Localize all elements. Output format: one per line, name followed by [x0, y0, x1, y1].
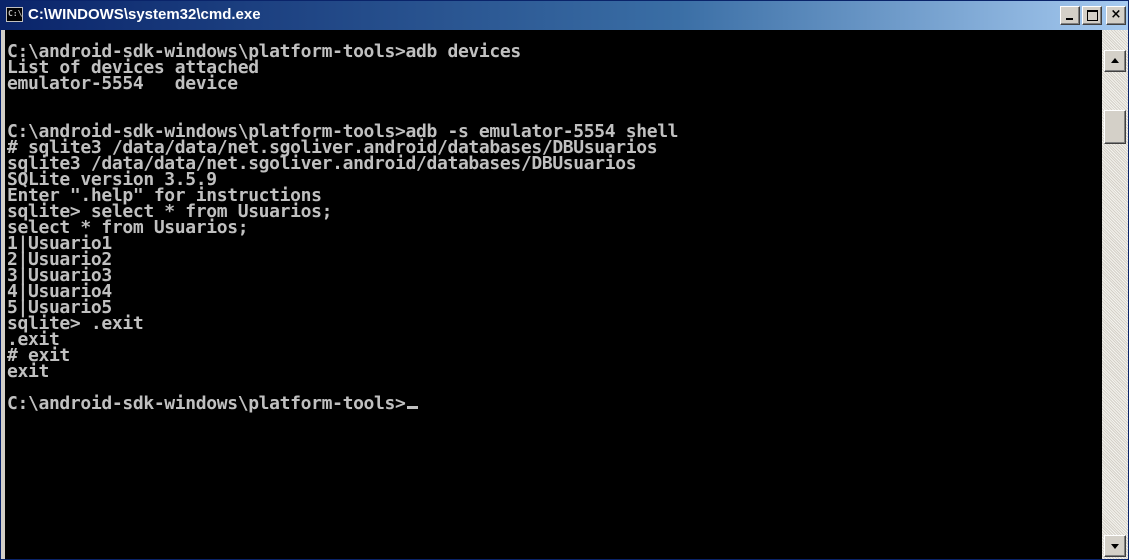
console-line: exit — [7, 361, 49, 382]
scroll-thumb[interactable] — [1104, 110, 1126, 144]
minimize-button[interactable] — [1060, 6, 1080, 25]
maximize-button[interactable] — [1082, 6, 1102, 25]
cmd-icon[interactable]: C:\ — [6, 7, 23, 22]
close-button[interactable]: × — [1106, 6, 1126, 25]
scroll-up-arrow-icon — [1111, 58, 1119, 63]
close-icon: × — [1110, 7, 1122, 22]
scroll-up-button[interactable] — [1104, 50, 1126, 72]
scroll-down-button[interactable] — [1104, 535, 1126, 557]
maximize-icon — [1087, 10, 1098, 21]
vertical-scrollbar[interactable] — [1102, 30, 1128, 559]
console-line: emulator-5554 device — [7, 73, 238, 94]
minimize-icon — [1066, 18, 1073, 20]
scroll-down-arrow-icon — [1111, 544, 1119, 549]
prompt-text: C:\android-sdk-windows\platform-tools> — [7, 393, 406, 414]
window-title: C:\WINDOWS\system32\cmd.exe — [28, 6, 261, 23]
text-cursor — [406, 406, 418, 409]
title-bar[interactable]: C:\ C:\WINDOWS\system32\cmd.exe × — [1, 1, 1128, 30]
console-line: C:\android-sdk-windows\platform-tools> — [7, 393, 418, 414]
cmd-window: C:\ C:\WINDOWS\system32\cmd.exe × C:\and… — [0, 0, 1129, 560]
console-output[interactable]: C:\android-sdk-windows\platform-tools>ad… — [5, 30, 1102, 559]
